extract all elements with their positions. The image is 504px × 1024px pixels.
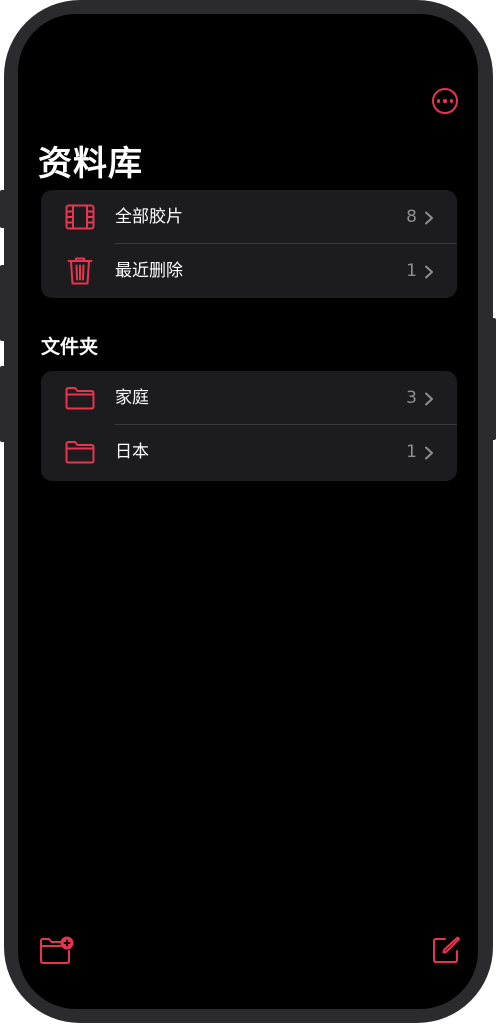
list-item-folder[interactable]: 日本 1: [41, 425, 457, 479]
page-title: 资料库: [38, 144, 143, 184]
list-item-label: 家庭: [115, 388, 149, 408]
library-list: 全部胶片 8 最近删除 1: [41, 190, 457, 298]
list-item-folder[interactable]: 家庭 3: [41, 371, 457, 425]
more-options-button[interactable]: [432, 88, 458, 114]
folders-list: 家庭 3 日本 1: [41, 371, 457, 481]
list-item-count: 1: [406, 261, 417, 281]
folder-add-icon[interactable]: [39, 935, 75, 967]
list-item-label: 日本: [115, 442, 149, 462]
side-button-volume-up: [0, 265, 6, 341]
compose-icon[interactable]: [430, 934, 462, 966]
list-item-label: 最近删除: [115, 261, 183, 281]
folder-icon: [65, 438, 95, 466]
chevron-right-icon: [425, 211, 433, 225]
ellipsis-circle-icon: [436, 99, 441, 103]
list-item-all-films[interactable]: 全部胶片 8: [41, 190, 457, 244]
chevron-right-icon: [425, 392, 433, 406]
side-button-volume-down: [0, 366, 6, 442]
list-item-count: 3: [406, 388, 417, 408]
list-item-count: 1: [406, 442, 417, 462]
section-header-folders: 文件夹: [41, 336, 99, 358]
film-icon: [65, 203, 95, 231]
folder-icon: [65, 384, 95, 412]
list-item-label: 全部胶片: [115, 207, 183, 227]
chevron-right-icon: [425, 446, 433, 460]
list-item-count: 8: [406, 207, 417, 227]
side-button-silent: [0, 190, 6, 228]
side-button-power: [490, 318, 496, 440]
trash-icon: [65, 257, 95, 285]
list-item-recently-deleted[interactable]: 最近删除 1: [41, 244, 457, 298]
chevron-right-icon: [425, 265, 433, 279]
ellipsis-dot: [449, 99, 454, 103]
ellipsis-dot: [443, 99, 447, 103]
screen: 资料库 全部胶片 8 最近删除 1 文件夹 家庭 3 日本 1: [18, 14, 478, 1009]
